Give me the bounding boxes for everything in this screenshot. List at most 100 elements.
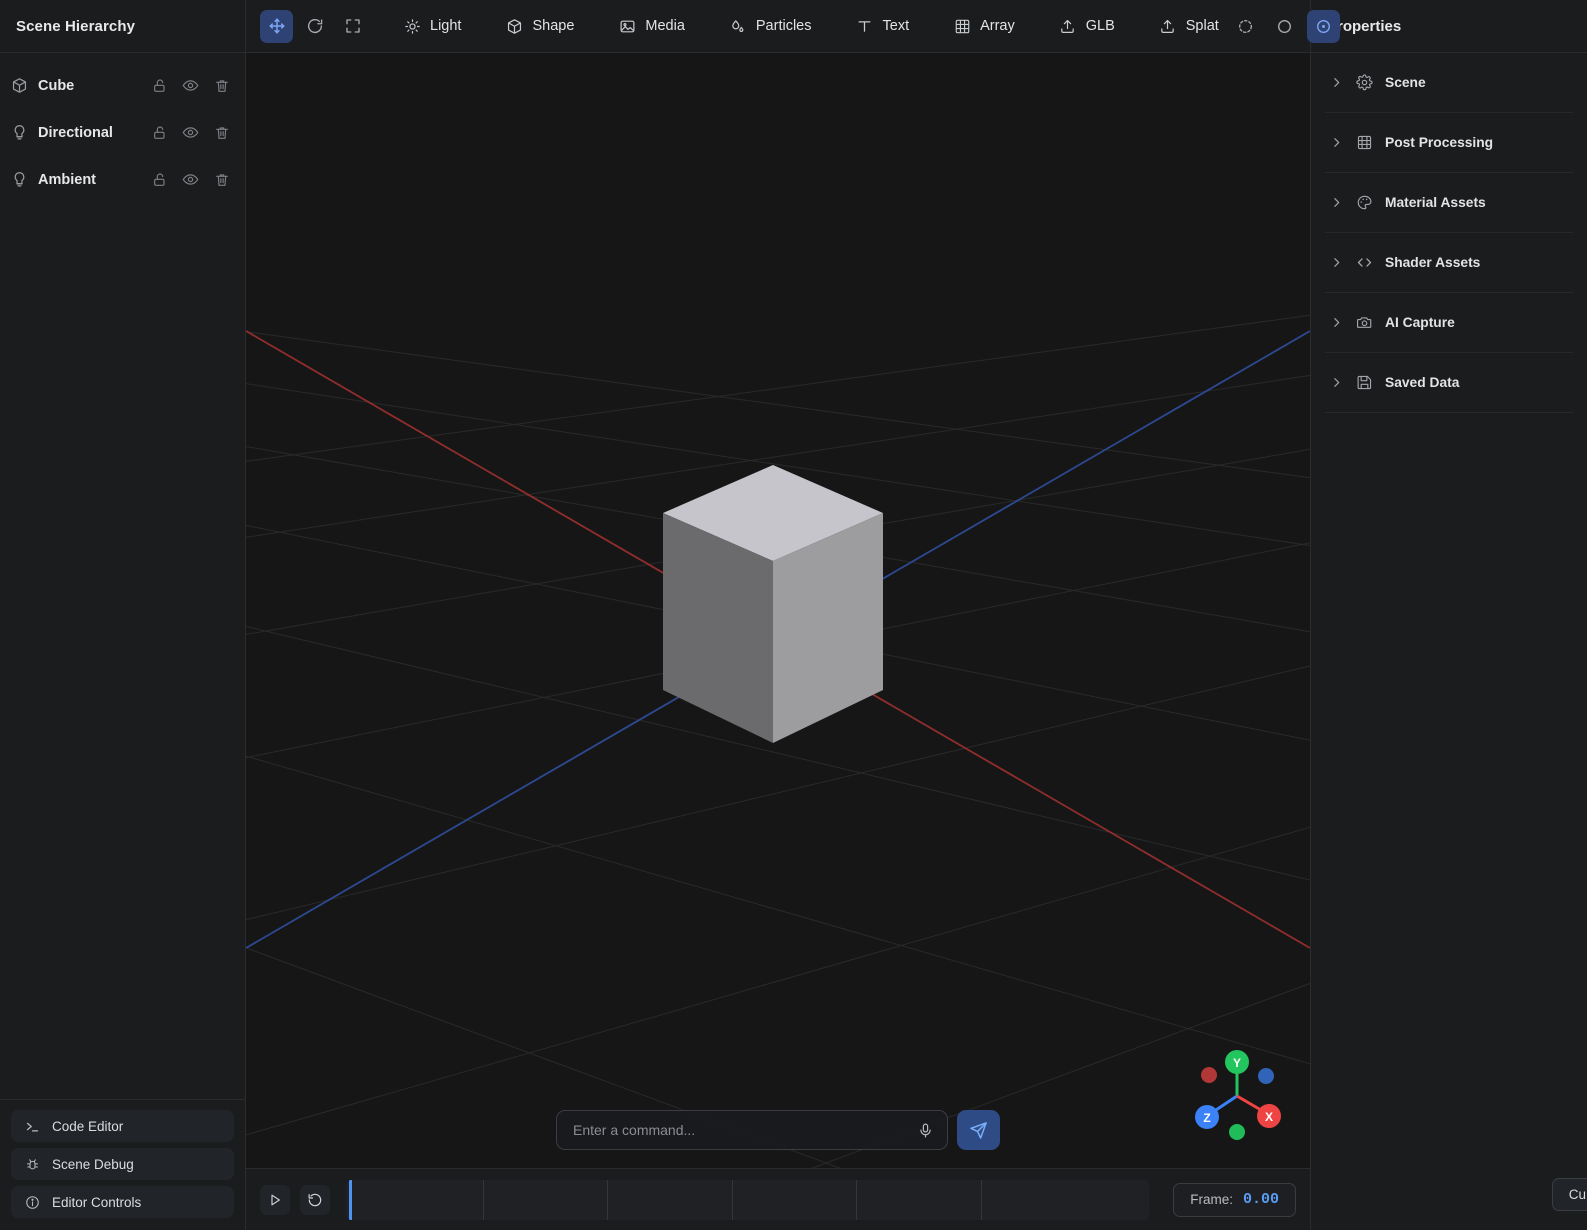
gizmo-axis-neg-z-dot [1258,1068,1274,1084]
chevron-right-icon [1329,76,1343,90]
rotate-tool-button[interactable] [298,10,331,43]
toolbar-item-light[interactable]: Light [393,10,471,43]
scene-hierarchy-title: Scene Hierarchy [16,18,135,35]
timeline-segment-divider [856,1180,857,1220]
hierarchy-item-actions [150,123,231,142]
hierarchy-item-actions [150,170,231,189]
gizmo-axis-neg-x-dot [1201,1067,1217,1083]
properties-section-label: Saved Data [1385,375,1459,390]
code-icon [1355,254,1373,272]
eye-icon[interactable] [181,170,200,189]
hierarchy-item-label: Ambient [38,172,140,188]
timeline-track[interactable] [346,1180,1149,1220]
toolbar-item-glb[interactable]: GLB [1049,10,1125,43]
trash-icon[interactable] [212,170,231,189]
play-button[interactable] [260,1185,290,1215]
toolbar-item-text[interactable]: Text [846,10,920,43]
reset-button[interactable] [300,1185,330,1215]
move-tool-button[interactable] [260,10,293,43]
properties-sections: Scene Post Processing Material Assets [1311,53,1587,413]
timeline-playhead[interactable] [349,1180,352,1220]
lock-icon[interactable] [150,170,169,189]
chevron-right-icon [1329,316,1343,330]
hierarchy-item-label: Directional [38,125,140,141]
gizmo-axis-y-label: Y [1233,1056,1241,1070]
transform-tool-group [260,10,369,43]
toolbar-item-label: Array [980,18,1015,34]
send-button[interactable] [957,1110,1000,1150]
axis-gizmo[interactable]: Y Z X [1180,1041,1290,1146]
gizmo-axis-neg-y-dot [1229,1124,1245,1140]
properties-section-ai-capture[interactable]: AI Capture [1325,293,1573,353]
toolbar-right-group [1229,10,1340,43]
circle-icon[interactable] [1268,10,1301,43]
eye-icon[interactable] [181,123,200,142]
toolbar-item-shape[interactable]: Shape [495,10,584,43]
eye-icon[interactable] [181,76,200,95]
editor-app: Scene Hierarchy Cube [0,0,1587,1230]
3d-viewport[interactable]: Y Z X [246,53,1310,1168]
properties-section-post-processing[interactable]: Post Processing [1325,113,1573,173]
trash-icon[interactable] [212,76,231,95]
particles-icon [729,17,747,35]
trash-icon[interactable] [212,123,231,142]
scale-tool-button[interactable] [336,10,369,43]
upload-icon [1159,17,1177,35]
main-toolbar: Light Shape Media Pa [246,0,1310,53]
dashed-circle-icon[interactable] [1229,10,1262,43]
lock-icon[interactable] [150,76,169,95]
text-icon [856,17,874,35]
properties-section-label: AI Capture [1385,315,1455,330]
toolbar-item-label: Light [430,18,461,34]
cube-icon [505,17,523,35]
camera-icon [1355,314,1373,332]
cube-object [663,465,883,743]
toolbar-item-splat[interactable]: Splat [1149,10,1229,43]
toolbar-item-label: Splat [1186,18,1219,34]
properties-section-material-assets[interactable]: Material Assets [1325,173,1573,233]
lock-icon[interactable] [150,123,169,142]
scene-hierarchy-panel: Scene Hierarchy Cube [0,0,246,1230]
scene-hierarchy-header: Scene Hierarchy [0,0,245,53]
hierarchy-item-label: Cube [38,78,140,94]
chevron-right-icon [1329,256,1343,270]
scene-debug-button[interactable]: Scene Debug [11,1148,234,1180]
code-editor-label: Code Editor [52,1119,123,1134]
save-icon [1355,374,1373,392]
light-bulb-icon [10,171,28,189]
info-icon [24,1194,41,1211]
toolbar-item-label: Text [883,18,910,34]
timeline-segment-divider [981,1180,982,1220]
properties-section-saved-data[interactable]: Saved Data [1325,353,1573,413]
gizmo-axis-x-label: X [1265,1110,1273,1124]
code-editor-button[interactable]: Code Editor [11,1110,234,1142]
hierarchy-item-directional[interactable]: Directional [0,109,245,156]
frame-counter: Frame: 0.00 [1173,1183,1296,1217]
properties-section-shader-assets[interactable]: Shader Assets [1325,233,1573,293]
hierarchy-item-cube[interactable]: Cube [0,62,245,109]
editor-controls-label: Editor Controls [52,1195,141,1210]
properties-section-label: Shader Assets [1385,255,1480,270]
scene-debug-label: Scene Debug [52,1157,134,1172]
overflow-button[interactable]: Cu [1552,1178,1587,1211]
properties-section-scene[interactable]: Scene [1325,53,1573,113]
toolbar-item-particles[interactable]: Particles [719,10,822,43]
timeline-bar: Frame: 0.00 [246,1168,1310,1230]
hierarchy-item-ambient[interactable]: Ambient [0,156,245,203]
timeline-segment-divider [607,1180,608,1220]
command-input-wrapper [556,1110,948,1150]
circle-dot-icon[interactable] [1307,10,1340,43]
editor-controls-button[interactable]: Editor Controls [11,1186,234,1218]
toolbar-item-array[interactable]: Array [943,10,1025,43]
toolbar-item-media[interactable]: Media [608,10,695,43]
properties-section-label: Material Assets [1385,195,1486,210]
upload-icon [1059,17,1077,35]
editor-center-column: Light Shape Media Pa [246,0,1310,1230]
sidebar-footer: Code Editor Scene Debug Editor Controls [0,1099,245,1230]
grid-icon [953,17,971,35]
command-input[interactable] [557,1122,947,1138]
timeline-segment-divider [732,1180,733,1220]
frame-label: Frame: [1190,1192,1233,1207]
microphone-icon[interactable] [915,1120,935,1140]
toolbar-item-label: Shape [532,18,574,34]
